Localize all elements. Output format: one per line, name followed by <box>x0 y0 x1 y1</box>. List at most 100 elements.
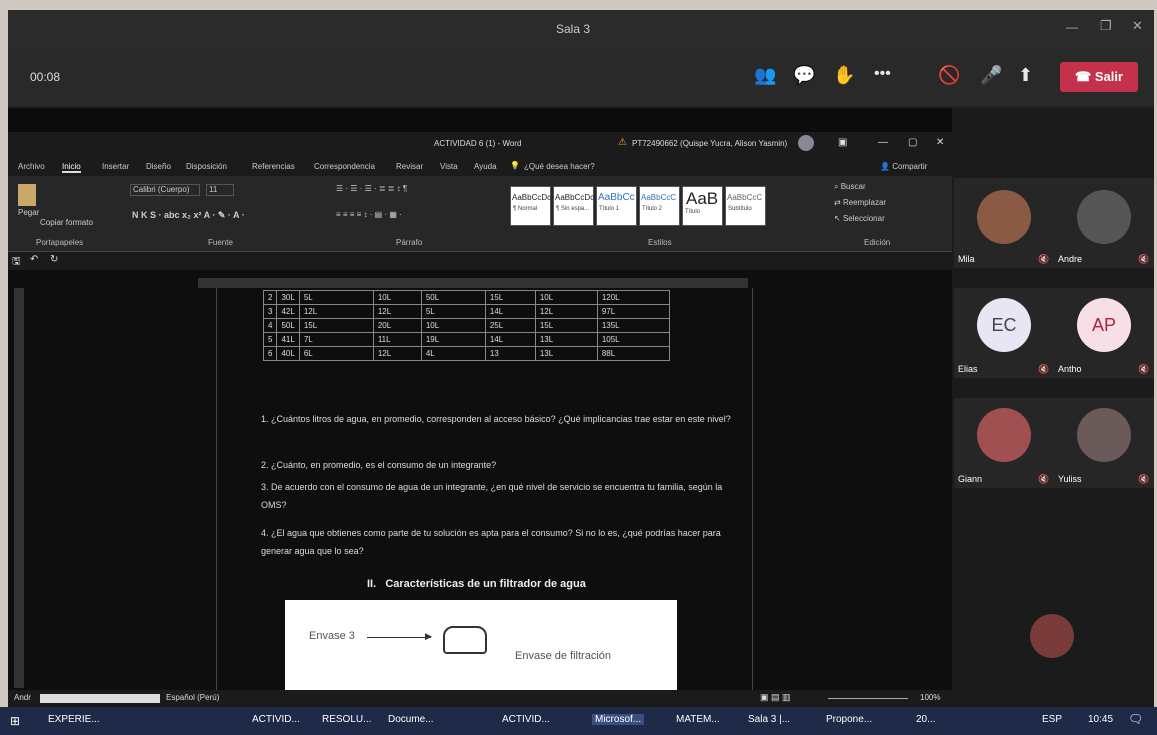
find-button[interactable]: ⌕ Buscar <box>834 182 866 192</box>
minimize-icon[interactable]: — <box>878 137 888 148</box>
participant-tile[interactable]: Andre 🔇 <box>1054 178 1154 268</box>
chat-icon[interactable]: 💬 <box>793 65 815 86</box>
table-row: 4 50L 15L 20L 10L 25L 15L 135L <box>262 318 670 333</box>
table-cell: 120L <box>596 290 670 305</box>
participant-tile[interactable]: Giann 🔇 <box>954 398 1054 488</box>
style-heading-2[interactable]: AaBbCcC Título 2 <box>639 186 680 226</box>
participants-icon[interactable]: 👥 <box>754 65 776 86</box>
participant-tile[interactable]: Yuliss 🔇 <box>1054 398 1154 488</box>
tab-diseno[interactable]: Diseño <box>146 162 171 171</box>
participant-tile[interactable]: EC Elias 🔇 <box>954 288 1054 378</box>
style-preview: AaB <box>686 189 719 208</box>
microphone-icon[interactable]: 🎤 <box>980 65 1002 86</box>
share-screen-icon[interactable]: ⬆ <box>1018 65 1033 86</box>
ribbon-display-icon[interactable]: ▣ <box>838 137 847 148</box>
taskbar-item[interactable]: EXPERIE... <box>48 714 100 725</box>
tab-insertar[interactable]: Insertar <box>102 162 129 171</box>
zoom-slider[interactable] <box>828 698 908 699</box>
style-preview: AaBbCcDc <box>555 193 595 202</box>
table-cell: 25L <box>484 318 536 333</box>
tab-correspondencia[interactable]: Correspondencia <box>314 162 375 171</box>
taskbar-item[interactable]: Propone... <box>826 714 872 725</box>
share-button[interactable]: 👤 Compartir <box>880 162 927 171</box>
tab-archivo[interactable]: Archivo <box>18 162 45 171</box>
mic-off-icon: 🔇 <box>1038 254 1050 264</box>
paste-button[interactable]: Pegar <box>18 208 39 217</box>
leave-button[interactable]: ☎ Salir <box>1060 62 1138 92</box>
save-icon[interactable]: 🖫 <box>12 254 21 271</box>
document-page[interactable]: 2 30L 5L 10L 50L 15L 10L 120L 3 42L 12L 12L 5L 14L 12… <box>216 288 753 690</box>
table-cell: 15L <box>534 318 598 333</box>
teams-window: Sala 3 — ❐ ✕ 00:08 👥 💬 ✋ ••• 🚫 🎤 ⬆ ☎ Sal… <box>8 10 1154 707</box>
replace-button[interactable]: ⇄ Reemplazar <box>834 198 886 207</box>
participant-name: Andre <box>1058 254 1083 264</box>
table-cell: 14L <box>484 332 536 347</box>
bold-italic-underline-buttons[interactable]: N K S · abc x₂ x² A · ✎ · A · <box>132 210 245 221</box>
notification-icon[interactable]: 🗨 <box>1128 712 1143 726</box>
table-cell: 50L <box>276 318 300 333</box>
taskbar-item[interactable]: RESOLU... <box>322 714 371 725</box>
copy-format-button[interactable]: Copiar formato <box>40 218 93 227</box>
meeting-title: Sala 3 <box>556 22 591 36</box>
view-buttons[interactable]: ▣ ▤ ▥ <box>760 692 791 703</box>
language-status[interactable]: Español (Perú) <box>166 693 219 702</box>
table-cell: 12L <box>534 304 598 319</box>
style-no-spacing[interactable]: AaBbCcDc ¶ Sin espa... <box>553 186 594 226</box>
table-cell: 105L <box>596 332 670 347</box>
word-title-bar: ACTIVIDAD 6 (1) - Word ⚠ PT72490662 (Qui… <box>8 132 952 156</box>
windows-start-icon[interactable]: ⊞ <box>10 714 20 728</box>
paragraph-tools[interactable]: ☰ · ☰ · ☰ · ≣ ≣ ↕ ¶ <box>336 184 407 193</box>
bottle-drawing <box>443 626 487 654</box>
camera-off-icon[interactable]: 🚫 <box>938 65 960 86</box>
taskbar-item[interactable]: Sala 3 |... <box>748 714 790 725</box>
tab-ayuda[interactable]: Ayuda <box>474 162 497 171</box>
table-cell: 42L <box>276 304 300 319</box>
tab-revisar[interactable]: Revisar <box>396 162 423 171</box>
alignment-tools[interactable]: ≡ ≡ ≡ ≡ ↕ · ▤ · ▦ · <box>336 210 402 219</box>
taskbar-item[interactable]: 20... <box>916 714 935 725</box>
close-icon[interactable]: ✕ <box>1132 18 1143 34</box>
style-name: ¶ Sin espa... <box>556 206 590 212</box>
section-title: II. Características de un filtrador de a… <box>367 578 586 590</box>
participant-tile[interactable]: AP Antho 🔇 <box>1054 288 1154 378</box>
minimize-icon[interactable]: — <box>1066 20 1078 34</box>
table-cell: 6L <box>298 346 374 361</box>
windows-taskbar: ⊞ EXPERIE... ACTIVID... RESOLU... Docume… <box>0 707 1157 735</box>
style-title[interactable]: AaB Título <box>682 186 723 226</box>
style-normal[interactable]: AaBbCcDc ¶ Normal <box>510 186 551 226</box>
font-size-select[interactable]: 11 <box>206 184 234 196</box>
question-3: 3. De acuerdo con el consumo de agua de … <box>261 482 723 510</box>
input-language[interactable]: ESP <box>1042 714 1062 725</box>
taskbar-item[interactable]: Microsof... <box>592 714 645 725</box>
maximize-icon[interactable]: ❐ <box>1100 18 1112 34</box>
more-options-icon[interactable]: ••• <box>874 65 891 83</box>
select-button[interactable]: ↖ Seleccionar <box>834 214 885 223</box>
taskbar-item[interactable]: MATEM... <box>676 714 720 725</box>
reactions-icon[interactable]: ✋ <box>833 65 855 86</box>
tab-referencias[interactable]: Referencias <box>252 162 295 171</box>
close-icon[interactable]: ✕ <box>936 137 944 148</box>
participant-tile[interactable]: Mila 🔇 <box>954 178 1054 268</box>
tab-inicio[interactable]: Inicio <box>62 162 81 173</box>
taskbar-item[interactable]: ACTIVID... <box>252 714 300 725</box>
shared-screen: ACTIVIDAD 6 (1) - Word ⚠ PT72490662 (Qui… <box>8 108 952 707</box>
taskbar-item[interactable]: ACTIVID... <box>502 714 550 725</box>
tab-vista[interactable]: Vista <box>440 162 458 171</box>
clock[interactable]: 10:45 <box>1088 714 1113 725</box>
style-name: Título <box>685 209 701 215</box>
group-label: Estilos <box>648 238 672 247</box>
clipboard-icon[interactable] <box>18 184 36 206</box>
zoom-level[interactable]: 100% <box>920 693 940 702</box>
taskbar-item[interactable]: Docume... <box>388 714 434 725</box>
style-heading-1[interactable]: AaBbCc Título 1 <box>596 186 637 226</box>
style-subtitle[interactable]: AaBbCcC Subtítulo <box>725 186 766 226</box>
document-title: ACTIVIDAD 6 (1) - Word <box>434 139 522 148</box>
font-name-select[interactable]: Calibri (Cuerpo) <box>130 184 200 196</box>
undo-icon[interactable]: ↶ <box>30 254 38 265</box>
restore-icon[interactable]: ▢ <box>908 137 917 148</box>
table-cell: 41L <box>276 332 300 347</box>
self-view-avatar[interactable] <box>1030 614 1074 658</box>
redo-icon[interactable]: ↻ <box>50 254 58 265</box>
tab-disposicion[interactable]: Disposición <box>186 162 227 171</box>
tell-me-input[interactable]: ¿Qué desea hacer? <box>524 162 595 171</box>
